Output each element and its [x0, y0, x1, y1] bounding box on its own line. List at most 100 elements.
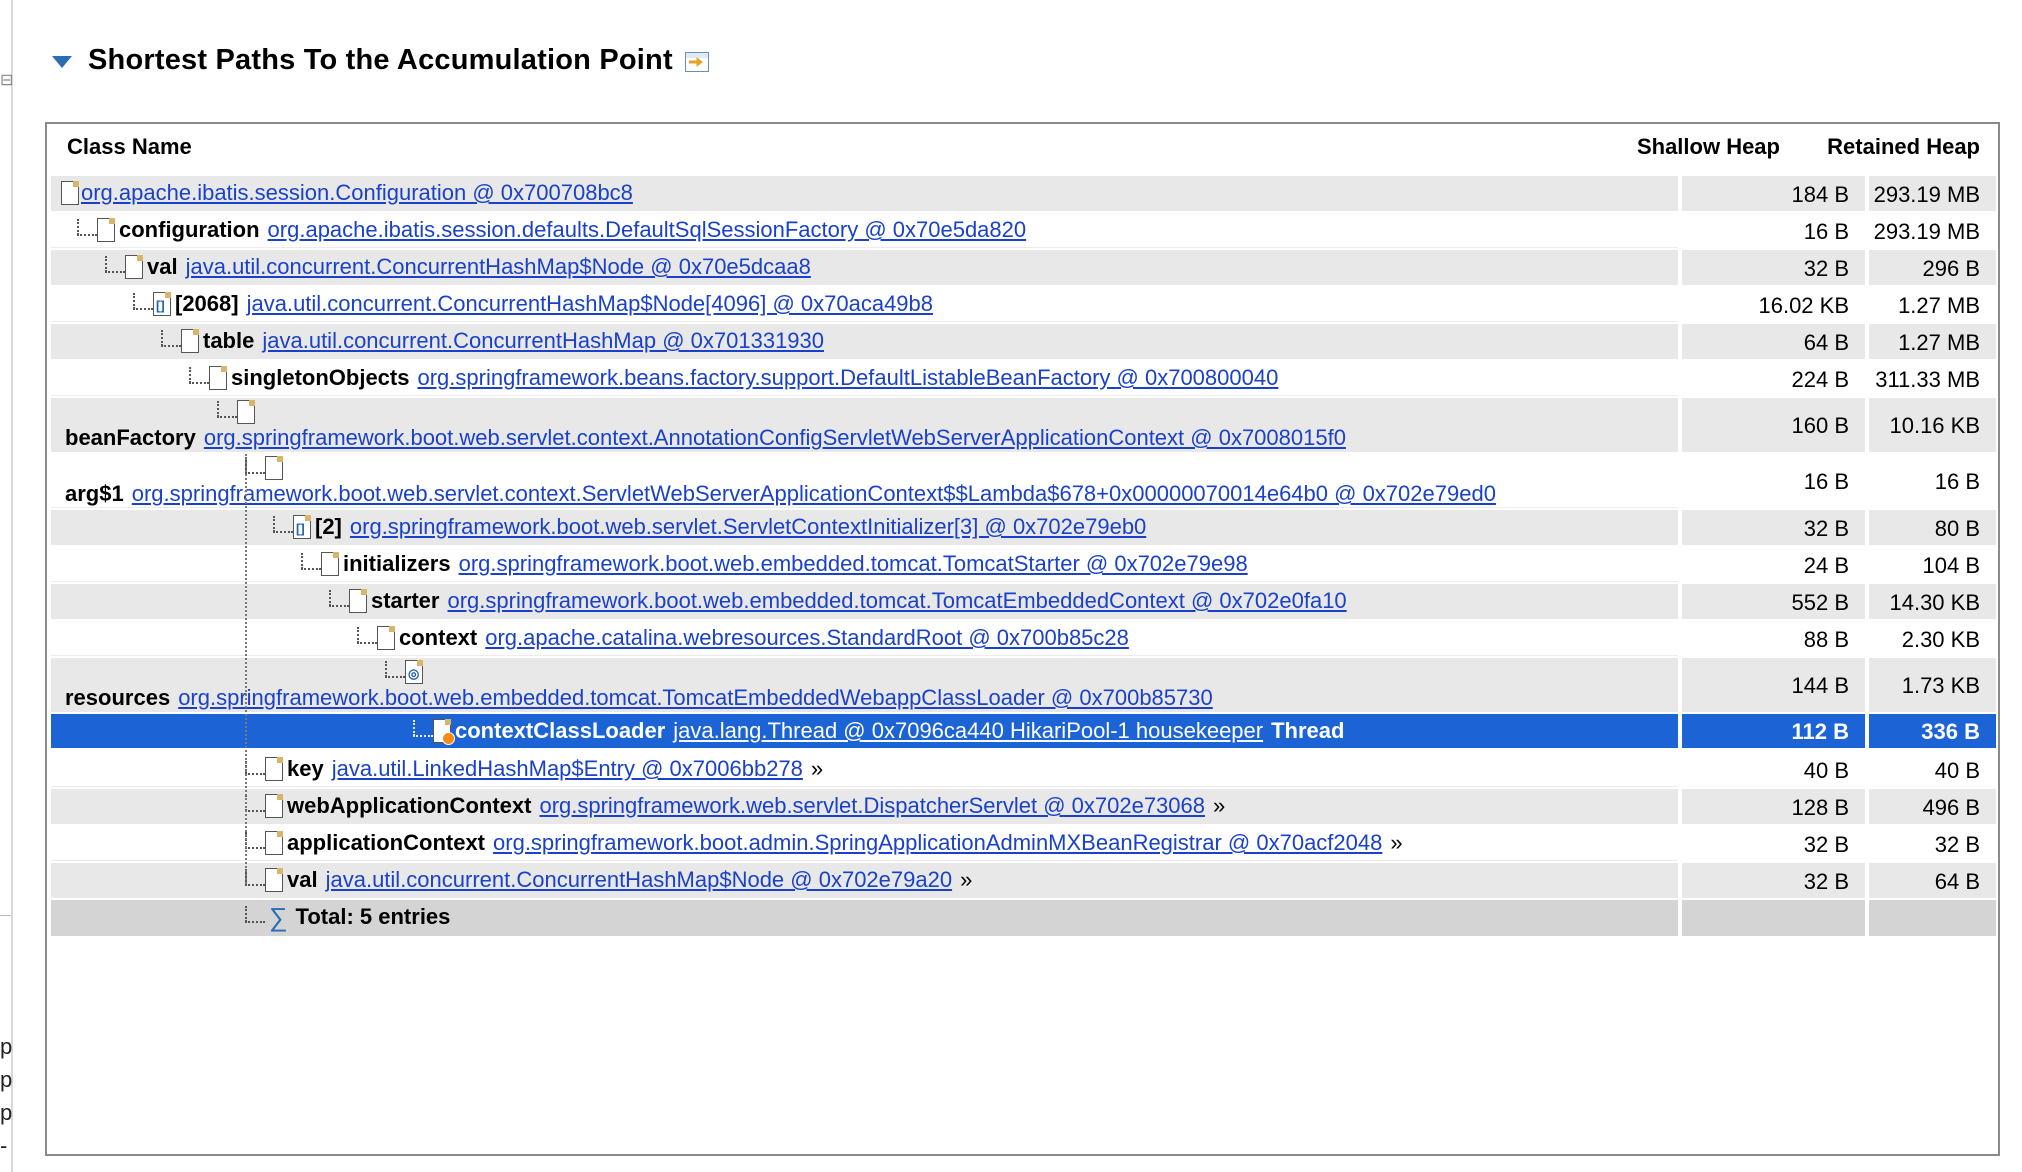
classloader-icon: ◎: [405, 660, 423, 684]
expand-more-icon[interactable]: »: [1390, 830, 1402, 856]
table-row[interactable]: context org.apache.catalina.webresources.…: [51, 621, 1996, 656]
object-link[interactable]: java.util.concurrent.ConcurrentHashMap$N…: [326, 867, 952, 893]
object-link[interactable]: org.springframework.boot.web.servlet.Ser…: [350, 514, 1146, 540]
retained-heap-value: 311.33 MB: [1875, 366, 1980, 392]
shallow-heap-value: 16 B: [1803, 218, 1849, 244]
shallow-heap-cell: 224 B: [1682, 361, 1865, 396]
class-name-cell: table java.util.concurrent.ConcurrentHash…: [51, 324, 1678, 359]
object-link[interactable]: java.util.concurrent.ConcurrentHashMap @…: [262, 328, 824, 354]
tree-connector: [127, 293, 155, 315]
table-row[interactable]: initializers org.springframework.boot.web…: [51, 547, 1996, 582]
class-name-cell: starter org.springframework.boot.web.embe…: [51, 584, 1678, 619]
retained-heap-value: 40 B: [1934, 757, 1980, 783]
total-row[interactable]: ∑ Total: 5 entries: [51, 900, 1996, 936]
field-name: val: [147, 254, 178, 279]
class-name-cell: val java.util.concurrent.ConcurrentHashMa…: [51, 863, 1678, 898]
table-row[interactable]: val java.util.concurrent.ConcurrentHashMa…: [51, 250, 1996, 285]
expand-more-icon[interactable]: »: [811, 756, 823, 782]
class-name-cell: contextClassLoader java.lang.Thread @ 0x7…: [51, 714, 1678, 748]
section-header: Shortest Paths To the Accumulation Point: [52, 40, 711, 80]
collapse-toggle-icon[interactable]: [52, 56, 72, 68]
tree-connector: [407, 720, 435, 742]
retained-heap-cell: [1869, 900, 1996, 936]
table-row[interactable]: beanFactory org.springframework.boot.web.…: [51, 398, 1996, 452]
table-row[interactable]: key java.util.LinkedHashMap$Entry @ 0x700…: [51, 752, 1996, 787]
object-link[interactable]: java.util.concurrent.ConcurrentHashMap$N…: [247, 291, 933, 317]
table-row[interactable]: org.apache.ibatis.session.Configuration …: [51, 176, 1996, 211]
expand-more-icon[interactable]: »: [1213, 793, 1225, 819]
divider: [0, 915, 11, 916]
array-icon: []: [153, 292, 171, 316]
field-name: val: [287, 867, 318, 892]
object-link[interactable]: org.springframework.web.servlet.Dispatch…: [539, 793, 1205, 819]
table-row-selected[interactable]: contextClassLoader java.lang.Thread @ 0x7…: [51, 714, 1996, 748]
field-name: Total: 5 entries: [295, 904, 451, 929]
field-name: contextClassLoader: [455, 718, 666, 743]
shallow-heap-value: 224 B: [1791, 366, 1850, 392]
tree-connector: [351, 627, 379, 649]
column-header-class-name[interactable]: Class Name: [67, 134, 192, 160]
tree-connector: [155, 330, 183, 352]
shallow-heap-cell: 16.02 KB: [1682, 287, 1865, 322]
retained-heap-cell: 10.16 KB: [1869, 398, 1996, 452]
table-row[interactable]: resources org.springframework.boot.web.em…: [51, 658, 1996, 712]
object-link[interactable]: java.util.concurrent.ConcurrentHashMap$N…: [186, 254, 811, 280]
table-header: Class Name Shallow Heap Retained Heap: [47, 124, 1998, 168]
shallow-heap-cell: 112 B: [1682, 714, 1865, 748]
thread-label: Thread: [1271, 718, 1345, 743]
retained-heap-cell: 80 B: [1869, 510, 1996, 545]
table-row[interactable]: [] [2068] java.util.concurrent.ConcurrentH…: [51, 287, 1996, 322]
column-header-retained-heap[interactable]: Retained Heap: [1827, 134, 1980, 160]
tree-connector: [211, 401, 239, 423]
shallow-heap-value: 40 B: [1803, 757, 1849, 783]
shallow-heap-cell: 88 B: [1682, 621, 1865, 656]
retained-heap-value: 1.27 MB: [1898, 329, 1980, 355]
object-link[interactable]: org.springframework.boot.web.servlet.con…: [132, 481, 1496, 507]
class-name-cell: singletonObjects org.springframework.bean…: [51, 361, 1678, 396]
shallow-heap-value: 32 B: [1803, 515, 1849, 541]
table-row[interactable]: starter org.springframework.boot.web.embe…: [51, 584, 1996, 619]
shallow-heap-value: 24 B: [1803, 552, 1849, 578]
object-link[interactable]: org.springframework.boot.web.embedded.to…: [459, 551, 1248, 577]
shallow-heap-cell: 552 B: [1682, 584, 1865, 619]
retained-heap-cell: 16 B: [1869, 454, 1996, 508]
object-icon: [265, 831, 283, 855]
table-row[interactable]: arg$1 org.springframework.boot.web.servle…: [51, 454, 1996, 508]
object-link[interactable]: org.springframework.boot.admin.SpringApp…: [493, 830, 1382, 856]
collapse-all-icon[interactable]: ⊟: [0, 70, 13, 90]
open-in-view-icon[interactable]: [684, 50, 711, 74]
shallow-heap-cell: [1682, 900, 1865, 936]
shallow-heap-value: 160 B: [1791, 413, 1850, 438]
panel-divider[interactable]: [11, 0, 13, 1172]
column-header-shallow-heap[interactable]: Shallow Heap: [1637, 134, 1780, 160]
object-link[interactable]: org.apache.catalina.webresources.Standar…: [485, 625, 1129, 651]
table-row[interactable]: configuration org.apache.ibatis.session.d…: [51, 213, 1996, 248]
table-row[interactable]: singletonObjects org.springframework.bean…: [51, 361, 1996, 396]
object-link[interactable]: org.springframework.beans.factory.suppor…: [417, 365, 1278, 391]
table-row[interactable]: applicationContext org.springframework.bo…: [51, 826, 1996, 861]
field-name: beanFactory: [65, 425, 196, 450]
truncated-char: p: [0, 1034, 13, 1059]
object-link[interactable]: org.apache.ibatis.session.Configuration …: [81, 180, 633, 206]
tree-connector: [267, 516, 295, 538]
object-link[interactable]: org.apache.ibatis.session.defaults.Defau…: [268, 217, 1027, 243]
object-link[interactable]: org.springframework.boot.web.embedded.to…: [178, 685, 1213, 711]
object-link[interactable]: org.springframework.boot.web.servlet.con…: [204, 425, 1346, 451]
table-row[interactable]: table java.util.concurrent.ConcurrentHash…: [51, 324, 1996, 359]
table-row[interactable]: [] [2] org.springframework.boot.web.servle…: [51, 510, 1996, 545]
table-row[interactable]: webApplicationContext org.springframework…: [51, 789, 1996, 824]
array-icon: []: [293, 515, 311, 539]
expand-more-icon[interactable]: »: [960, 867, 972, 893]
object-link[interactable]: java.util.LinkedHashMap$Entry @ 0x7006bb…: [332, 756, 803, 782]
retained-heap-value: 16 B: [1934, 469, 1980, 494]
retained-heap-cell: 2.30 KB: [1869, 621, 1996, 656]
table-row[interactable]: val java.util.concurrent.ConcurrentHashMa…: [51, 863, 1996, 898]
retained-heap-value: 2.30 KB: [1901, 626, 1980, 652]
retained-heap-cell: 40 B: [1869, 752, 1996, 787]
object-icon: [265, 794, 283, 818]
shallow-heap-value: 184 B: [1791, 181, 1850, 207]
retained-heap-value: 496 B: [1922, 794, 1981, 820]
object-link[interactable]: org.springframework.boot.web.embedded.to…: [447, 588, 1346, 614]
object-icon: [181, 329, 199, 353]
object-link[interactable]: java.lang.Thread @ 0x7096ca440 HikariPoo…: [673, 718, 1263, 744]
